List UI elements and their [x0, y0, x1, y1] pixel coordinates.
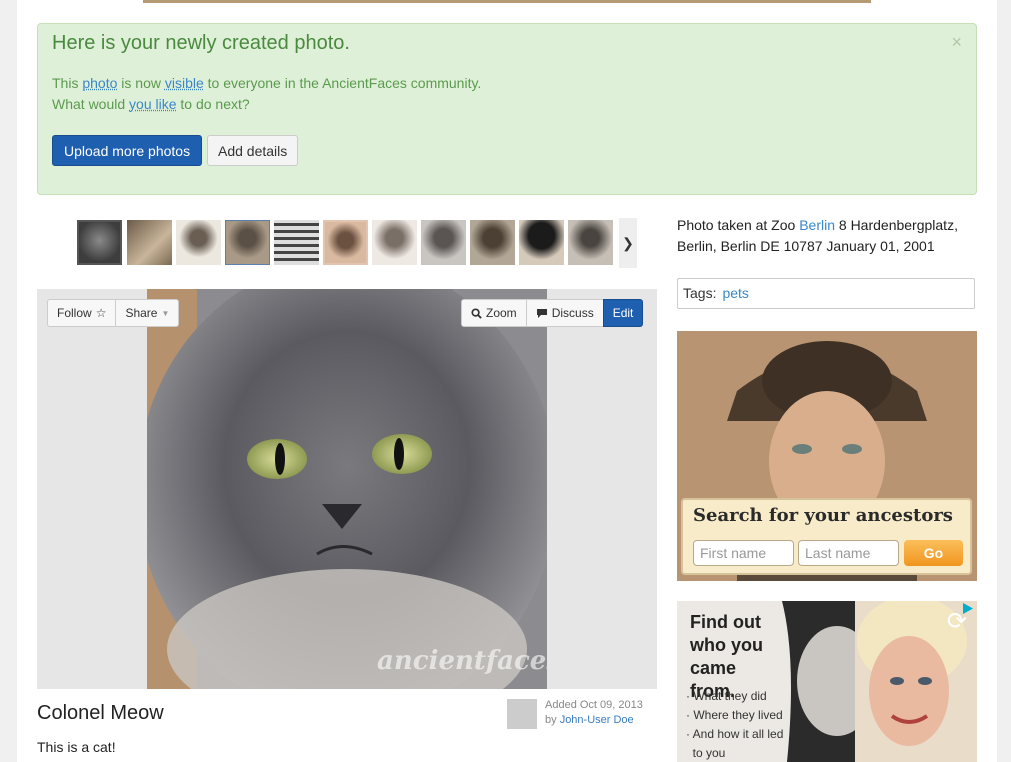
location-text: Photo taken at Zoo: [677, 217, 800, 233]
photo-thumbnail-strip: ❯: [77, 218, 637, 268]
comment-icon: [536, 308, 547, 318]
success-alert: Here is your newly created photo. × This…: [37, 23, 977, 195]
berlin-link[interactable]: Berlin: [799, 217, 835, 233]
follow-label: Follow: [57, 306, 92, 320]
list-item: · Where they lived: [686, 708, 783, 722]
tags-box: Tags: pets: [677, 278, 975, 309]
zoom-label: Zoom: [486, 306, 517, 320]
thumbnail-photo[interactable]: [372, 220, 417, 265]
you-like-link[interactable]: you like: [129, 96, 176, 112]
star-icon: ☆: [95, 306, 107, 320]
photo-title: Colonel Meow: [37, 702, 164, 724]
cat-photo-illustration: ancientfaces: [147, 289, 547, 689]
last-name-input[interactable]: Last name: [798, 540, 899, 566]
main-photo-area: ancientfaces Follow ☆ Share ▼ Zoom Discuss…: [37, 289, 657, 689]
alert-text: is now: [117, 75, 165, 91]
thumbnail-photo[interactable]: [176, 220, 221, 265]
alert-line-1: This photo is now visible to everyone in…: [52, 75, 481, 91]
list-item: · What they did: [686, 689, 767, 703]
ad-find-list: · What they did · Where they lived · And…: [686, 687, 783, 762]
tags-label: Tags:: [683, 285, 717, 301]
photo-link[interactable]: photo: [82, 75, 117, 91]
added-date: Added Oct 09, 2013: [545, 699, 643, 711]
thumbnail-photo[interactable]: [568, 220, 613, 265]
by-label: by: [545, 714, 560, 726]
upload-more-photos-button[interactable]: Upload more photos: [52, 135, 203, 166]
thumbnail-cat[interactable]: [77, 220, 122, 265]
alert-line-2: What would you like to do next?: [52, 96, 250, 112]
thumbnail-photo[interactable]: [225, 220, 270, 265]
search-icon: [471, 307, 482, 319]
author-link[interactable]: John-User Doe: [560, 714, 634, 726]
photo-location: Photo taken at Zoo Berlin 8 Hardenbergpl…: [677, 215, 977, 257]
thumbnail-photo[interactable]: [519, 220, 564, 265]
adchoices-icon[interactable]: [961, 602, 974, 615]
main-photo-cat[interactable]: ancientfaces: [147, 289, 547, 689]
ancestor-search-ad: Search for your ancestors First name Las…: [677, 331, 977, 581]
ad-search-heading: Search for your ancestors: [693, 505, 953, 526]
alert-text: to do next?: [176, 96, 250, 112]
photo-watermark: ancientfaces: [377, 646, 547, 676]
list-item: · And how it all led: [686, 727, 784, 741]
discuss-button[interactable]: Discuss: [525, 299, 604, 327]
edit-button[interactable]: Edit: [602, 299, 644, 327]
alert-text: to everyone in the AncientFaces communit…: [203, 75, 482, 91]
zoom-discuss-edit-group: Zoom Discuss Edit: [461, 299, 644, 327]
follow-button[interactable]: Follow ☆: [47, 299, 117, 327]
follow-share-group: Follow ☆ Share ▼: [47, 299, 180, 327]
visible-link[interactable]: visible: [165, 75, 204, 91]
added-text: Added Oct 09, 2013 by John-User Doe: [545, 698, 643, 728]
thumbnail-photo[interactable]: [323, 220, 368, 265]
add-details-button[interactable]: Add details: [207, 135, 299, 166]
share-label: Share: [125, 306, 158, 320]
tag-pets-link[interactable]: pets: [722, 285, 748, 301]
discuss-label: Discuss: [551, 306, 594, 320]
thumbnail-photo[interactable]: [470, 220, 515, 265]
first-name-input[interactable]: First name: [693, 540, 794, 566]
alert-text: What would: [52, 96, 130, 112]
thumbnail-photo[interactable]: [274, 220, 319, 265]
caret-down-icon: ▼: [161, 308, 170, 318]
photo-description: This is a cat!: [37, 739, 116, 755]
thumbnail-photo[interactable]: [127, 220, 172, 265]
avatar[interactable]: [507, 699, 537, 729]
close-icon[interactable]: ×: [951, 32, 962, 53]
added-by-info: Added Oct 09, 2013 by John-User Doe: [507, 698, 657, 729]
find-out-ad: Find out who you came from. · What they …: [677, 601, 977, 762]
zoom-button[interactable]: Zoom: [461, 299, 527, 327]
alert-text: This: [52, 75, 83, 91]
top-photo-strip: [143, 0, 871, 3]
list-item: to you: [686, 746, 726, 760]
chevron-right-icon[interactable]: ❯: [619, 218, 637, 268]
thumbnail-photo[interactable]: [421, 220, 466, 265]
share-button[interactable]: Share ▼: [115, 299, 180, 327]
alert-title: Here is your newly created photo.: [52, 32, 350, 54]
ad-search-panel: Search for your ancestors First name Las…: [681, 498, 972, 575]
go-button[interactable]: Go: [904, 540, 963, 566]
